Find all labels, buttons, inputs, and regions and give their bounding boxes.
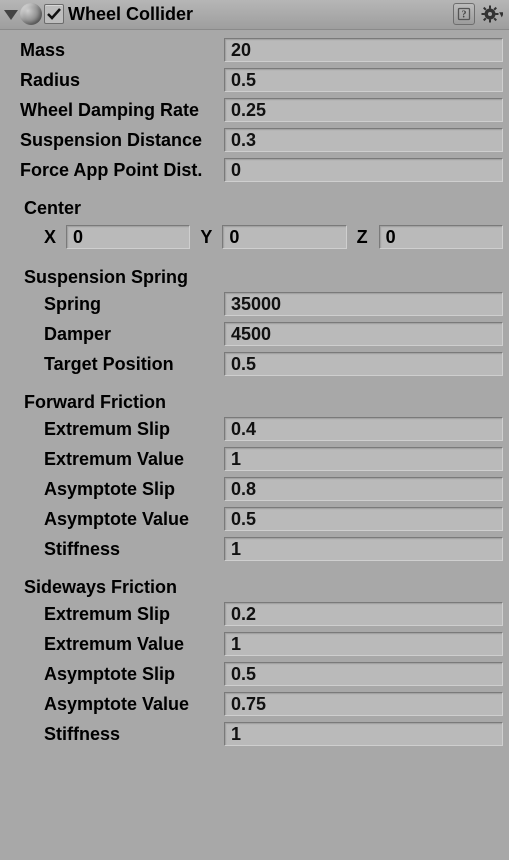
side-extremum-slip-field[interactable]: 0.2 bbox=[224, 602, 503, 626]
side-extremum-slip-label: Extremum Slip bbox=[6, 604, 224, 625]
radius-field[interactable]: 0.5 bbox=[224, 68, 503, 92]
center-z-label: Z bbox=[357, 227, 379, 248]
side-asymptote-value-label: Asymptote Value bbox=[6, 694, 224, 715]
suspension-spring-header: Suspension Spring bbox=[6, 255, 503, 290]
center-vector-row: X 0 Y 0 Z 0 bbox=[6, 223, 503, 251]
fwd-stiffness-label: Stiffness bbox=[6, 539, 224, 560]
side-asymptote-value-field[interactable]: 0.75 bbox=[224, 692, 503, 716]
fwd-asymptote-value-field[interactable]: 0.5 bbox=[224, 507, 503, 531]
center-y-field[interactable]: 0 bbox=[222, 225, 346, 249]
force-app-point-distance-field[interactable]: 0 bbox=[224, 158, 503, 182]
fwd-extremum-value-label: Extremum Value bbox=[6, 449, 224, 470]
fwd-extremum-slip-label: Extremum Slip bbox=[6, 419, 224, 440]
spring-label: Spring bbox=[6, 294, 224, 315]
side-extremum-value-field[interactable]: 1 bbox=[224, 632, 503, 656]
component-title: Wheel Collider bbox=[68, 4, 451, 25]
side-asymptote-slip-label: Asymptote Slip bbox=[6, 664, 224, 685]
center-x-label: X bbox=[44, 227, 66, 248]
help-icon[interactable]: ? bbox=[453, 3, 475, 25]
mass-field[interactable]: 20 bbox=[224, 38, 503, 62]
center-y-label: Y bbox=[200, 227, 222, 248]
side-extremum-value-label: Extremum Value bbox=[6, 634, 224, 655]
fwd-stiffness-field[interactable]: 1 bbox=[224, 537, 503, 561]
component-body: Mass 20 Radius 0.5 Wheel Damping Rate 0.… bbox=[0, 30, 509, 764]
context-menu-gear-icon[interactable]: ▾ bbox=[481, 3, 503, 25]
component-enabled-checkbox[interactable] bbox=[44, 4, 64, 24]
center-x-field[interactable]: 0 bbox=[66, 225, 190, 249]
damper-field[interactable]: 4500 bbox=[224, 322, 503, 346]
spring-field[interactable]: 35000 bbox=[224, 292, 503, 316]
force-app-point-distance-label: Force App Point Dist. bbox=[6, 160, 224, 181]
side-stiffness-label: Stiffness bbox=[6, 724, 224, 745]
inspector-panel: Wheel Collider ? bbox=[0, 0, 509, 774]
side-stiffness-field[interactable]: 1 bbox=[224, 722, 503, 746]
foldout-toggle-icon[interactable] bbox=[4, 10, 18, 20]
center-z-field[interactable]: 0 bbox=[379, 225, 503, 249]
damper-label: Damper bbox=[6, 324, 224, 345]
fwd-extremum-slip-field[interactable]: 0.4 bbox=[224, 417, 503, 441]
target-position-field[interactable]: 0.5 bbox=[224, 352, 503, 376]
suspension-distance-label: Suspension Distance bbox=[6, 130, 224, 151]
fwd-extremum-value-field[interactable]: 1 bbox=[224, 447, 503, 471]
wheel-damping-rate-label: Wheel Damping Rate bbox=[6, 100, 224, 121]
sideways-friction-header: Sideways Friction bbox=[6, 565, 503, 600]
fwd-asymptote-value-label: Asymptote Value bbox=[6, 509, 224, 530]
svg-text:?: ? bbox=[462, 10, 467, 21]
svg-text:▾: ▾ bbox=[499, 9, 504, 19]
side-asymptote-slip-field[interactable]: 0.5 bbox=[224, 662, 503, 686]
component-header: Wheel Collider ? bbox=[0, 0, 509, 30]
fwd-asymptote-slip-label: Asymptote Slip bbox=[6, 479, 224, 500]
radius-label: Radius bbox=[6, 70, 224, 91]
forward-friction-header: Forward Friction bbox=[6, 380, 503, 415]
target-position-label: Target Position bbox=[6, 354, 224, 375]
center-header: Center bbox=[6, 186, 503, 221]
wheel-damping-rate-field[interactable]: 0.25 bbox=[224, 98, 503, 122]
suspension-distance-field[interactable]: 0.3 bbox=[224, 128, 503, 152]
component-icon bbox=[20, 3, 42, 25]
mass-label: Mass bbox=[6, 40, 224, 61]
fwd-asymptote-slip-field[interactable]: 0.8 bbox=[224, 477, 503, 501]
